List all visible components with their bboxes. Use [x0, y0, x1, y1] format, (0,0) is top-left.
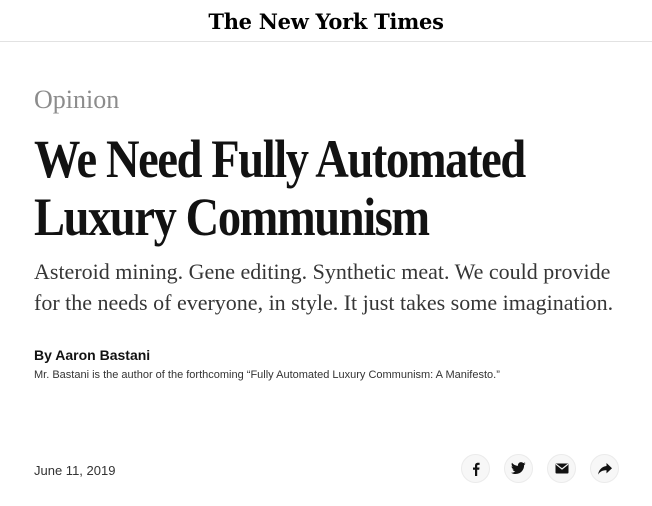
byline: By Aaron Bastani: [34, 346, 624, 364]
article-page: The New York Times Opinion We Need Fully…: [0, 0, 652, 506]
email-share-button[interactable]: [547, 454, 576, 483]
section-label[interactable]: Opinion: [34, 84, 624, 116]
masthead: The New York Times: [0, 0, 652, 42]
share-arrow-icon: [597, 462, 612, 475]
headline: We Need Fully Automated Luxury Communism: [34, 129, 526, 247]
article-header: Opinion We Need Fully Automated Luxury C…: [34, 84, 624, 383]
share-toolbar: [461, 454, 619, 483]
publish-date: June 11, 2019: [34, 463, 116, 478]
twitter-icon: [511, 462, 526, 474]
twitter-share-button[interactable]: [504, 454, 533, 483]
email-icon: [555, 463, 568, 474]
byline-prefix: By: [34, 347, 52, 363]
more-share-button[interactable]: [590, 454, 619, 483]
facebook-icon: [472, 462, 480, 476]
nyt-logo[interactable]: The New York Times: [208, 9, 444, 34]
author-name[interactable]: Aaron Bastani: [55, 347, 150, 363]
facebook-share-button[interactable]: [461, 454, 490, 483]
author-bio: Mr. Bastani is the author of the forthco…: [34, 369, 500, 381]
article-summary: Asteroid mining. Gene editing. Synthetic…: [34, 259, 614, 315]
